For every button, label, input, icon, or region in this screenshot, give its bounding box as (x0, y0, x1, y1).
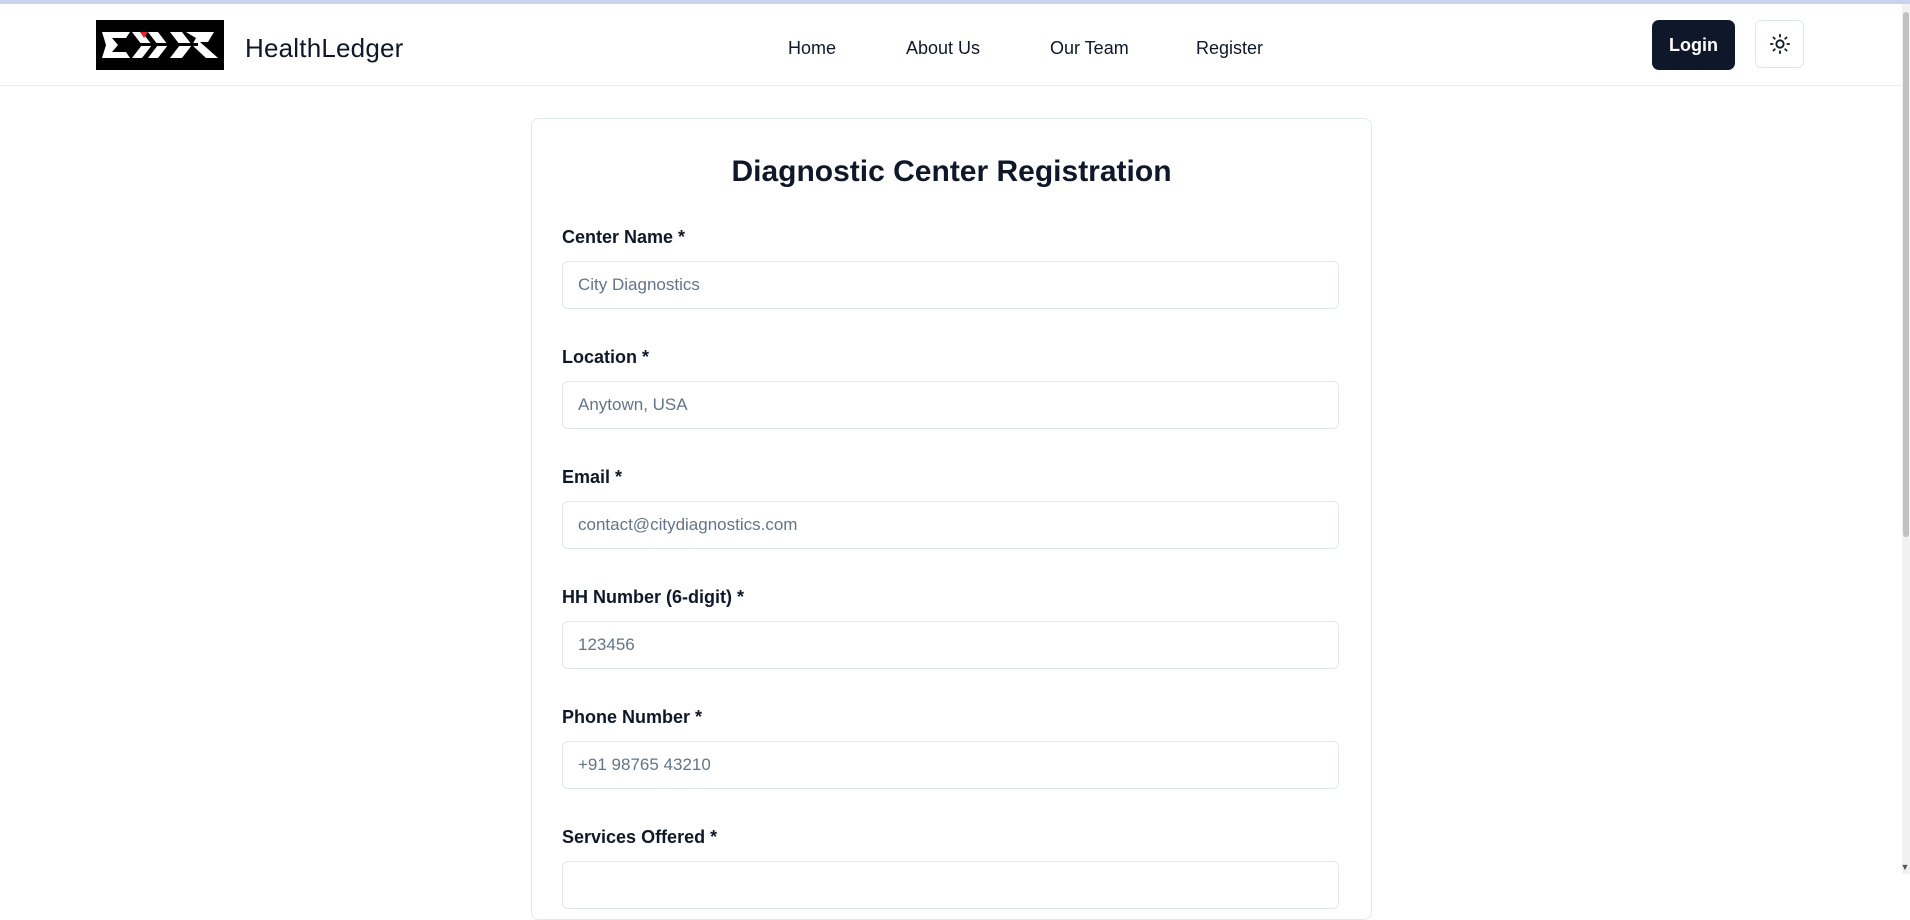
location-label: Location * (562, 347, 650, 367)
navbar: HealthLedger Home About Us Our Team Regi… (0, 4, 1910, 86)
email-input[interactable] (562, 501, 1339, 549)
email-label: Email * (562, 467, 623, 487)
registration-card: Diagnostic Center Registration Center Na… (531, 118, 1372, 920)
phone-number-label: Phone Number * (562, 707, 703, 727)
brand-name[interactable]: HealthLedger (245, 33, 404, 64)
scroll-down-arrow-icon[interactable]: ▼ (1900, 862, 1910, 872)
phone-number-input[interactable] (562, 741, 1339, 789)
nav-home[interactable]: Home (788, 38, 836, 59)
hh-number-label: HH Number (6-digit) * (562, 587, 744, 607)
nav-register[interactable]: Register (1196, 38, 1263, 59)
logo-mark-icon (102, 32, 218, 58)
scrollbar-thumb[interactable] (1903, 12, 1909, 537)
nav-about-us[interactable]: About Us (906, 38, 980, 59)
hh-number-input[interactable] (562, 621, 1339, 669)
form-title: Diagnostic Center Registration (731, 155, 1172, 188)
services-offered-label: Services Offered * (562, 827, 718, 847)
center-name-input[interactable] (562, 261, 1339, 309)
services-offered-input[interactable] (562, 861, 1339, 909)
nav-our-team[interactable]: Our Team (1050, 38, 1129, 59)
location-input[interactable] (562, 381, 1339, 429)
logo[interactable] (96, 20, 224, 70)
login-button[interactable]: Login (1652, 20, 1735, 70)
center-name-label: Center Name * (562, 227, 686, 247)
sun-icon (1769, 33, 1790, 55)
theme-toggle-button[interactable] (1755, 20, 1804, 68)
